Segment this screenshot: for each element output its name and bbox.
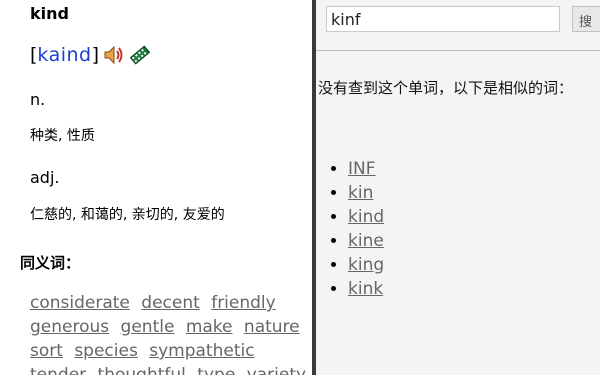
- suggestion-link[interactable]: kin: [348, 183, 373, 203]
- part-of-speech-noun: n.: [30, 90, 46, 109]
- list-item: king: [348, 253, 384, 277]
- synonym-link[interactable]: thoughtful: [98, 365, 186, 375]
- speaker-icon[interactable]: [103, 44, 125, 66]
- search-separator: [316, 50, 600, 51]
- list-item: kink: [348, 277, 384, 301]
- synonym-link[interactable]: variety: [247, 365, 306, 375]
- not-found-message: 没有查到这个单词，以下是相似的词：: [318, 79, 574, 97]
- suggestion-link[interactable]: kind: [348, 207, 384, 227]
- search-pane: 搜 没有查到这个单词，以下是相似的词： INF kin kind kine ki…: [316, 0, 600, 375]
- headword: kind: [30, 4, 69, 23]
- synonym-link[interactable]: sympathetic: [149, 341, 254, 361]
- synonym-link[interactable]: make: [186, 317, 233, 337]
- synonym-link[interactable]: nature: [244, 317, 300, 337]
- phonetic-open-bracket: [: [30, 44, 38, 66]
- phonetic-text: kaind: [37, 44, 92, 66]
- search-input[interactable]: [326, 6, 560, 32]
- list-item: INF: [348, 157, 384, 181]
- synonyms-list: considerate decent friendly generous gen…: [30, 291, 312, 375]
- synonym-link[interactable]: type: [197, 365, 235, 375]
- search-button[interactable]: 搜: [572, 6, 600, 32]
- part-of-speech-adj: adj.: [30, 168, 60, 187]
- synonym-link[interactable]: friendly: [211, 293, 276, 313]
- synonym-link[interactable]: tender: [30, 365, 86, 375]
- list-item: kin: [348, 181, 384, 205]
- synonym-link[interactable]: decent: [141, 293, 200, 313]
- list-item: kine: [348, 229, 384, 253]
- suggestion-link[interactable]: kine: [348, 231, 384, 251]
- list-item: kind: [348, 205, 384, 229]
- synonyms-title: 同义词：: [20, 254, 81, 272]
- suggestion-link[interactable]: INF: [348, 159, 376, 179]
- synonym-link[interactable]: gentle: [121, 317, 175, 337]
- synonym-link[interactable]: considerate: [30, 293, 130, 313]
- synonym-link[interactable]: sort: [30, 341, 63, 361]
- suggestion-link[interactable]: king: [348, 255, 384, 275]
- definition-adj: 仁慈的, 和蔼的, 亲切的, 友爱的: [30, 207, 225, 223]
- film-icon[interactable]: [129, 44, 151, 66]
- synonym-link[interactable]: generous: [30, 317, 109, 337]
- suggestion-link[interactable]: kink: [348, 279, 383, 299]
- suggestion-list: INF kin kind kine king kink: [330, 157, 384, 301]
- definition-noun: 种类, 性质: [30, 128, 95, 144]
- phonetic-close-bracket: ]: [91, 44, 100, 66]
- synonym-link[interactable]: species: [74, 341, 138, 361]
- definition-pane: kind [ kaind ] n. 种类, 性质 adj. 仁慈的, 和蔼的, …: [0, 0, 312, 375]
- phonetic-row: [ kaind ]: [30, 44, 151, 66]
